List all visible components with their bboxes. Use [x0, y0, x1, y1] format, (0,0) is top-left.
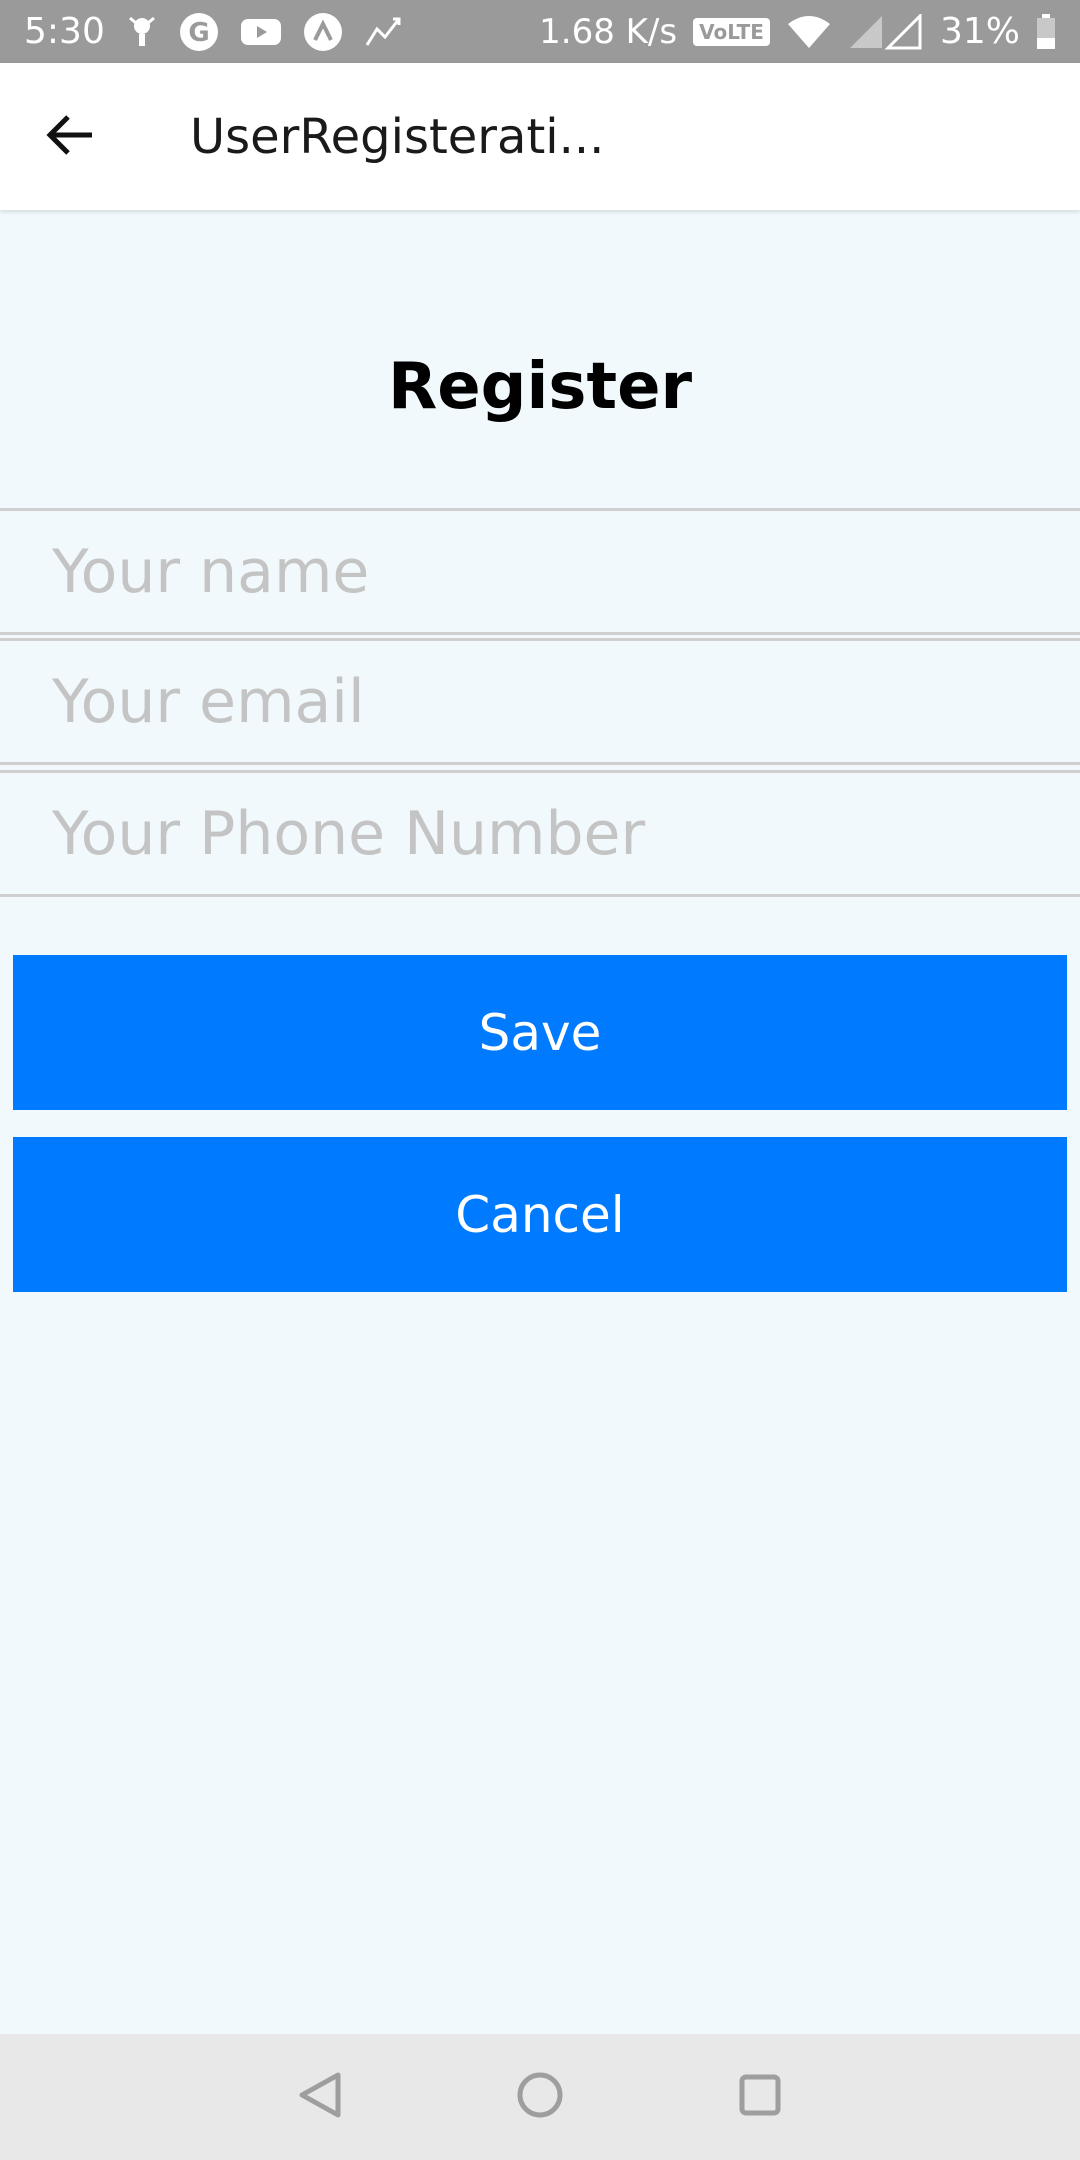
navigation-bar [0, 2034, 1080, 2160]
phone-input[interactable] [0, 773, 1080, 894]
status-time: 5:30 [24, 11, 105, 52]
back-button[interactable] [0, 63, 140, 210]
network-speed: 1.68 K/s [539, 11, 678, 52]
nav-home-button[interactable] [500, 2057, 580, 2137]
battery-icon [1036, 13, 1056, 50]
cancel-button[interactable]: Cancel [13, 1137, 1067, 1292]
signal-icon [848, 13, 924, 50]
name-field-container [0, 508, 1080, 635]
app-bar: UserRegisterati... [0, 63, 1080, 210]
email-input[interactable] [0, 641, 1080, 762]
phone-field-container [0, 770, 1080, 897]
notification-icon [127, 14, 157, 50]
nav-recents-button[interactable] [720, 2057, 800, 2137]
nav-back-button[interactable] [280, 2057, 360, 2137]
youtube-icon [240, 17, 281, 47]
email-field-container [0, 638, 1080, 765]
triangle-back-icon [298, 2071, 342, 2123]
square-recents-icon [738, 2073, 782, 2121]
activity-icon [365, 15, 405, 49]
google-icon: G [179, 12, 219, 52]
volte-badge: VoLTE [693, 17, 770, 46]
app-icon [303, 12, 343, 52]
name-input[interactable] [0, 511, 1080, 632]
register-heading: Register [387, 350, 693, 424]
wifi-icon [786, 14, 832, 50]
page-title: UserRegisterati... [190, 108, 605, 165]
arrow-left-icon [46, 113, 94, 161]
save-button[interactable]: Save [13, 955, 1067, 1110]
circle-home-icon [516, 2071, 564, 2123]
battery-level: 31% [939, 11, 1020, 52]
status-bar: 5:30 G 1.68 K/s VoLTE 31% [0, 0, 1080, 63]
svg-text:G: G [188, 18, 209, 48]
